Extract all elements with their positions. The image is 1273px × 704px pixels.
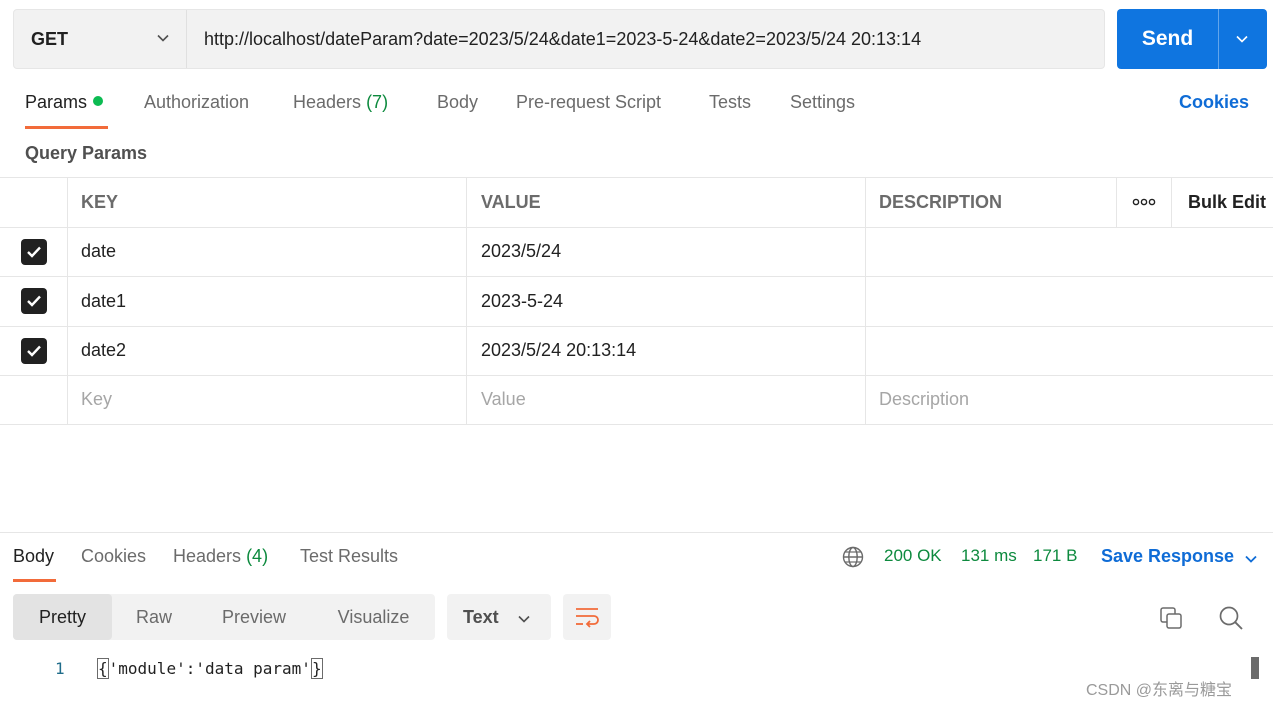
table-row-empty: Key Value Description bbox=[0, 375, 1273, 425]
row-checkbox-cell bbox=[0, 227, 68, 276]
tab-authorization[interactable]: Authorization bbox=[144, 92, 249, 113]
param-key[interactable]: date bbox=[68, 227, 467, 276]
row-checkbox-cell bbox=[0, 376, 68, 424]
watermark: CSDN @东离与糖宝 bbox=[1086, 682, 1233, 699]
bulk-edit-button[interactable]: Bulk Edit bbox=[1172, 178, 1273, 227]
params-table: KEY VALUE DESCRIPTION Bulk Edit date 202… bbox=[0, 177, 1273, 425]
send-button[interactable]: Send bbox=[1117, 9, 1267, 69]
tab-tests[interactable]: Tests bbox=[709, 92, 751, 113]
response-time[interactable]: 131 ms bbox=[961, 546, 1017, 566]
globe-icon[interactable] bbox=[842, 546, 864, 568]
wrap-lines-button[interactable] bbox=[563, 594, 611, 640]
check-icon bbox=[26, 295, 41, 307]
view-visualize[interactable]: Visualize bbox=[312, 594, 435, 640]
tab-params-label: Params bbox=[25, 92, 88, 112]
line-number: 1 bbox=[55, 659, 65, 678]
view-raw[interactable]: Raw bbox=[112, 594, 196, 640]
chevron-down-icon bbox=[518, 615, 530, 623]
url-input[interactable]: http://localhost/dateParam?date=2023/5/2… bbox=[204, 10, 921, 68]
active-tab-underline bbox=[25, 126, 108, 129]
brace-open: { bbox=[97, 658, 109, 679]
row-checkbox-cell bbox=[0, 277, 68, 326]
response-divider[interactable] bbox=[0, 532, 1273, 533]
scrollbar-thumb[interactable] bbox=[1251, 657, 1259, 679]
brace-close: } bbox=[310, 658, 323, 679]
tab-headers-label: Headers bbox=[293, 92, 362, 112]
tab-headers-count: (7) bbox=[366, 92, 389, 112]
chevron-down-icon bbox=[157, 34, 169, 42]
table-row: date2 2023/5/24 20:13:14 bbox=[0, 325, 1273, 376]
key-input[interactable]: Key bbox=[68, 376, 467, 424]
header-description: DESCRIPTION bbox=[879, 191, 1003, 212]
response-tab-headers-count: (4) bbox=[246, 546, 269, 566]
more-options-icon[interactable] bbox=[1116, 178, 1172, 227]
request-bar: GET http://localhost/dateParam?date=2023… bbox=[13, 9, 1267, 69]
param-description[interactable] bbox=[866, 277, 1116, 326]
chevron-down-icon[interactable] bbox=[1244, 552, 1258, 566]
format-label: Text bbox=[463, 607, 499, 627]
code-text[interactable]: {'module':'data param'} bbox=[97, 658, 323, 679]
header-value: VALUE bbox=[467, 178, 866, 227]
wrap-lines-icon bbox=[576, 608, 599, 628]
response-tab-headers-label: Headers bbox=[173, 546, 242, 566]
value-input[interactable]: Value bbox=[467, 376, 866, 424]
code-content: 'module':'data param' bbox=[108, 659, 311, 678]
request-tabs: Params Authorization Headers (7) Body Pr… bbox=[25, 92, 1265, 130]
checkbox-checked[interactable] bbox=[20, 238, 47, 265]
view-pretty[interactable]: Pretty bbox=[13, 594, 112, 640]
check-icon bbox=[26, 345, 41, 357]
view-preview[interactable]: Preview bbox=[196, 594, 312, 640]
tab-params[interactable]: Params bbox=[25, 92, 104, 113]
param-key[interactable]: date2 bbox=[68, 326, 467, 375]
row-checkbox-cell bbox=[0, 326, 68, 375]
method-select[interactable]: GET bbox=[14, 10, 187, 68]
method-label: GET bbox=[31, 28, 69, 49]
response-tab-cookies[interactable]: Cookies bbox=[81, 546, 146, 567]
table-row: date 2023/5/24 bbox=[0, 226, 1273, 277]
header-check-cell bbox=[0, 178, 68, 227]
response-size[interactable]: 171 B bbox=[1033, 546, 1077, 566]
format-select[interactable]: Text bbox=[447, 594, 551, 640]
status-code[interactable]: 200 OK bbox=[884, 546, 942, 566]
tab-settings[interactable]: Settings bbox=[790, 92, 855, 113]
send-label: Send bbox=[1141, 27, 1194, 50]
param-value[interactable]: 2023-5-24 bbox=[467, 277, 866, 326]
param-description[interactable] bbox=[866, 228, 1116, 277]
header-key: KEY bbox=[68, 178, 467, 227]
check-icon bbox=[26, 246, 41, 258]
query-params-label: Query Params bbox=[25, 143, 148, 163]
description-input[interactable]: Description bbox=[866, 376, 1116, 424]
response-tab-body[interactable]: Body bbox=[13, 546, 54, 567]
active-tab-underline bbox=[13, 579, 56, 582]
response-tab-headers[interactable]: Headers (4) bbox=[173, 546, 268, 567]
response-code-line: 1 {'module':'data param'} bbox=[0, 655, 1273, 685]
cookies-link[interactable]: Cookies bbox=[1179, 92, 1249, 113]
response-toolbar: Pretty Raw Preview Visualize Text bbox=[13, 594, 1268, 640]
table-header-row: KEY VALUE DESCRIPTION Bulk Edit bbox=[0, 177, 1273, 227]
search-icon[interactable] bbox=[1218, 605, 1244, 631]
param-value[interactable]: 2023/5/24 bbox=[467, 227, 866, 276]
tab-prerequest-script[interactable]: Pre-request Script bbox=[516, 92, 661, 113]
param-description[interactable] bbox=[866, 327, 1116, 376]
method-url-group: GET http://localhost/dateParam?date=2023… bbox=[13, 9, 1105, 69]
chevron-down-icon[interactable] bbox=[1235, 32, 1249, 46]
view-mode-segment: Pretty Raw Preview Visualize bbox=[13, 594, 435, 640]
response-tabs: Body Cookies Headers (4) Test Results 20… bbox=[13, 546, 1268, 584]
response-tab-test-results[interactable]: Test Results bbox=[300, 546, 398, 567]
table-row: date1 2023-5-24 bbox=[0, 276, 1273, 326]
tab-body[interactable]: Body bbox=[437, 92, 478, 113]
params-active-dot bbox=[93, 96, 104, 106]
copy-icon[interactable] bbox=[1159, 606, 1183, 630]
save-response-button[interactable]: Save Response bbox=[1101, 546, 1234, 567]
param-key[interactable]: date1 bbox=[68, 277, 467, 326]
checkbox-checked[interactable] bbox=[20, 288, 47, 315]
checkbox-checked[interactable] bbox=[20, 337, 47, 364]
send-divider bbox=[1218, 9, 1219, 69]
tab-headers[interactable]: Headers (7) bbox=[293, 92, 388, 113]
param-value[interactable]: 2023/5/24 20:13:14 bbox=[467, 326, 866, 375]
